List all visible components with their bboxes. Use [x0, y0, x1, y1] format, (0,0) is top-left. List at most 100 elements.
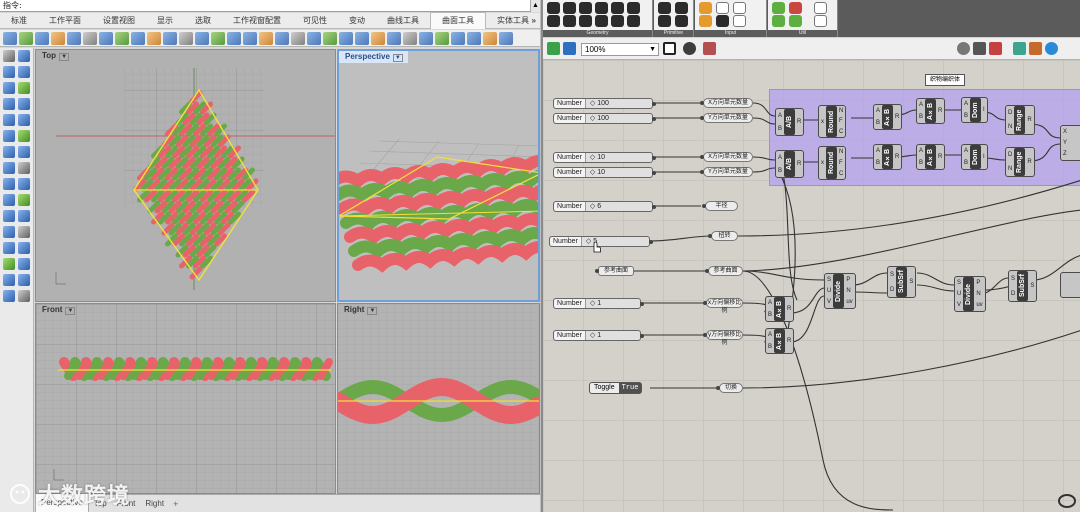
array-icon[interactable]	[18, 290, 30, 302]
number-slider-x-units[interactable]: Number ◇ 10	[553, 152, 656, 163]
component-icon[interactable]	[563, 2, 576, 14]
surface-tool-icon[interactable]	[115, 31, 129, 45]
number-slider-x-count[interactable]: Number ◇ 100	[553, 98, 656, 109]
surface-tool-icon[interactable]	[67, 31, 81, 45]
loft-icon[interactable]	[3, 162, 15, 174]
number-slider-y-count[interactable]: Number ◇ 100	[553, 113, 656, 124]
mirror-icon[interactable]	[3, 290, 15, 302]
surface-tool-icon[interactable]	[195, 31, 209, 45]
polygon-icon[interactable]	[3, 130, 15, 142]
number-slider-y-offset[interactable]: Number ◇ 1	[553, 330, 644, 341]
render-icon[interactable]	[1045, 42, 1058, 55]
surface-tool-icon[interactable]	[99, 31, 113, 45]
surface-tool-icon[interactable]	[307, 31, 321, 45]
divide-surface-component[interactable]: SUV Divide P Nuv	[954, 276, 986, 312]
surface-tool-icon[interactable]	[227, 31, 241, 45]
surface-tool-icon[interactable]	[387, 31, 401, 45]
surface-tool-icon[interactable]	[275, 31, 289, 45]
range-component[interactable]: DN Range R	[1005, 105, 1035, 135]
curve-icon[interactable]	[3, 82, 15, 94]
split-icon[interactable]	[3, 242, 15, 254]
divide-surface-component[interactable]: SUV Divide P Nuv	[824, 273, 856, 309]
zoom-extents-icon[interactable]	[663, 42, 676, 55]
vp-tab-right[interactable]: Right	[140, 495, 169, 512]
component-icon[interactable]	[627, 15, 640, 27]
boolean-toggle[interactable]: Toggle True	[589, 382, 643, 394]
multiplication-component[interactable]: AB A×B R	[765, 296, 795, 322]
component-icon[interactable]	[814, 2, 827, 14]
multiplication-component[interactable]: AB A×B R	[873, 144, 903, 170]
component-icon[interactable]	[716, 2, 729, 14]
more-tabs-icon[interactable]: »	[532, 13, 536, 29]
component-icon[interactable]	[789, 2, 802, 14]
label-y-units[interactable]: Y方向单元数量	[700, 167, 753, 177]
viewport-front[interactable]: Front ▼	[35, 303, 336, 494]
domain-component[interactable]: AB Dom I	[961, 97, 988, 123]
save-file-icon[interactable]	[563, 42, 576, 55]
number-slider-x-offset[interactable]: Number ◇ 1	[553, 298, 644, 309]
sketch-icon[interactable]	[703, 42, 716, 55]
command-line[interactable]: 指令: ▲	[0, 0, 540, 12]
surface-tool-icon[interactable]	[467, 31, 481, 45]
surface-tool-icon[interactable]	[163, 31, 177, 45]
box-icon[interactable]	[18, 178, 30, 190]
display-mode-icon[interactable]	[973, 42, 986, 55]
viewport-perspective[interactable]: Perspective ▼	[337, 49, 540, 302]
viewport-title[interactable]: Perspective ▼	[339, 51, 408, 63]
component-icon[interactable]	[563, 15, 576, 27]
rotate-icon[interactable]	[3, 274, 15, 286]
surface-icon[interactable]	[3, 146, 15, 158]
component-icon[interactable]	[772, 2, 785, 14]
surface-tool-icon[interactable]	[83, 31, 97, 45]
component-icon[interactable]	[611, 2, 624, 14]
multiplication-component[interactable]: AB A×B R	[916, 98, 946, 124]
surface-tool-icon[interactable]	[51, 31, 65, 45]
component-icon[interactable]	[733, 2, 746, 14]
boolean-icon[interactable]	[18, 210, 30, 222]
component-icon[interactable]	[814, 15, 827, 27]
label-y-count[interactable]: Y方向单元数量	[700, 113, 753, 123]
surface-tool-icon[interactable]	[339, 31, 353, 45]
material-icon[interactable]	[1029, 42, 1042, 55]
polyline-icon[interactable]	[18, 66, 30, 78]
surface-tool-icon[interactable]	[483, 31, 497, 45]
construct-component[interactable]: XYZ	[1060, 125, 1080, 161]
surface-tool-icon[interactable]	[435, 31, 449, 45]
cylinder-icon[interactable]	[18, 194, 30, 206]
component-icon[interactable]	[611, 15, 624, 27]
copy-icon[interactable]	[18, 258, 30, 270]
component-icon[interactable]	[595, 2, 608, 14]
tab-curve-tools[interactable]: 曲线工具	[376, 13, 430, 29]
gh-canvas[interactable]: 织物编织体 Number ◇ 100 Number ◇ 100 Number ◇…	[543, 60, 1080, 512]
display-icon[interactable]	[957, 42, 970, 55]
label-radius[interactable]: 半径	[702, 201, 738, 211]
component-icon[interactable]	[547, 2, 560, 14]
move-icon[interactable]	[3, 258, 15, 270]
line-icon[interactable]	[3, 66, 15, 78]
surface-tool-icon[interactable]	[323, 31, 337, 45]
component-icon[interactable]	[772, 15, 785, 27]
extrude-icon[interactable]	[18, 146, 30, 158]
fillet-icon[interactable]	[3, 226, 15, 238]
surface-tool-icon[interactable]	[259, 31, 273, 45]
ellipse-icon[interactable]	[3, 114, 15, 126]
surface-tool-icon[interactable]	[291, 31, 305, 45]
component-icon[interactable]	[595, 15, 608, 27]
surface-tool-icon[interactable]	[3, 31, 17, 45]
component-icon[interactable]	[627, 2, 640, 14]
label-y-offset[interactable]: y方向偏移比例	[703, 330, 743, 346]
round-component[interactable]: x Round NFC	[818, 105, 847, 138]
label-x-units[interactable]: X方向单元数量	[700, 152, 753, 162]
division-component[interactable]: AB A/B R	[775, 108, 805, 136]
surface-tool-icon[interactable]	[211, 31, 225, 45]
label-surface[interactable]: 参考曲面	[705, 266, 743, 276]
zoom-select[interactable]: 100% ▼	[581, 43, 659, 56]
surface-tool-icon[interactable]	[403, 31, 417, 45]
label-twist[interactable]: 扭转	[708, 231, 738, 241]
viewport-title[interactable]: Front ▼	[36, 304, 80, 316]
text-icon[interactable]	[18, 130, 30, 142]
multiplication-component[interactable]: AB A×B R	[765, 328, 795, 354]
rectangle-icon[interactable]	[18, 114, 30, 126]
division-component[interactable]: AB A/B R	[775, 150, 805, 178]
number-slider-y-units[interactable]: Number ◇ 10	[553, 167, 656, 178]
